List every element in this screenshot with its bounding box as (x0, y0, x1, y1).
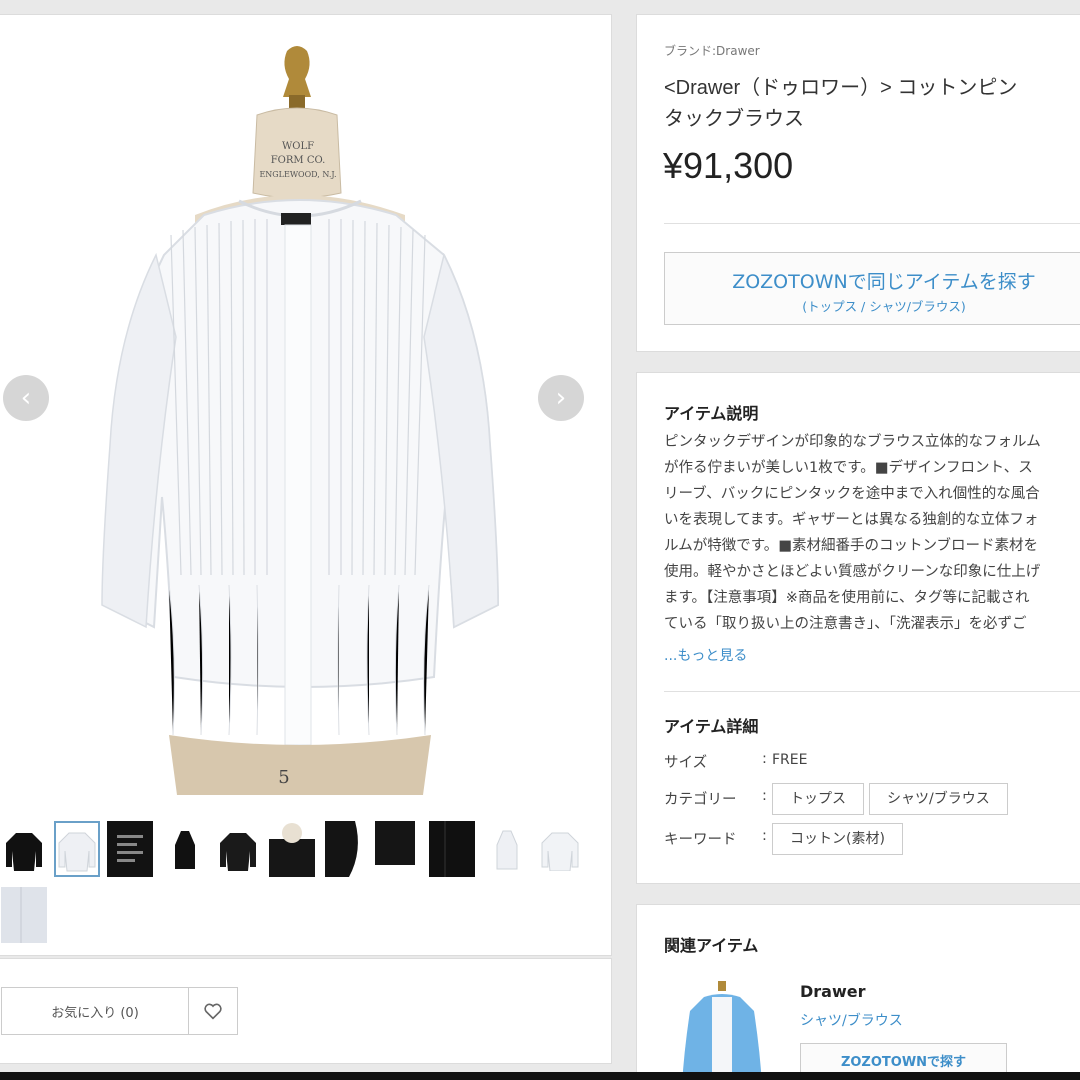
product-price: ¥91,300 (663, 145, 794, 186)
description-line: が作る佇まいが美しい1枚です。■デザインフロント、ス (664, 460, 1033, 476)
chevron-left-icon: ‹ (20, 383, 32, 413)
favorite-heart-button[interactable] (188, 987, 238, 1035)
brand-label[interactable]: ブランド:Drawer (664, 42, 760, 59)
divider (664, 223, 1080, 224)
thumbnail-black-sleeve[interactable] (321, 821, 367, 877)
thumbnail-black-blouse-side[interactable] (161, 821, 207, 877)
category-tag-tops[interactable]: トップス (772, 783, 864, 815)
details-heading: アイテム詳細 (664, 717, 759, 736)
description-line: リーブ、バックにピンタックを途中まで入れ個性的な風合 (664, 486, 1040, 502)
chevron-right-icon: › (555, 383, 567, 413)
thumbnail-white-fabric[interactable] (1, 887, 47, 943)
next-image-button[interactable]: › (538, 375, 584, 421)
description-text: ピンタックデザインが印象的なブラウス立体的なフォルム が作る佇まいが美しい1枚で… (664, 429, 1080, 637)
related-heading: 関連アイテム (664, 936, 759, 955)
bottom-edge-bar (0, 1072, 1080, 1080)
description-line: いを表現してます。ギャザーとは異なる独創的な立体フォ (664, 512, 1039, 528)
size-label: サイズ (664, 755, 708, 771)
mannequin-label-line2: FORM CO. (271, 155, 326, 166)
category-tag-shirts-blouses[interactable]: シャツ/ブラウス (869, 783, 1008, 815)
description-line: ます。【注意事項】※商品を使用前に、タグ等に記載され (664, 590, 1030, 606)
divider (664, 691, 1080, 692)
size-value: FREE (772, 752, 808, 768)
product-info-panel: ブランド:Drawer <Drawer（ドゥロワー）> コットンピン タックブラ… (636, 14, 1080, 352)
related-items-panel: 関連アイテム Drawer シャツ/ブラウス ZOZOTOWNで探す (636, 904, 1080, 1080)
keyword-colon: : (762, 828, 767, 844)
zozotown-search-label: ZOZOTOWNで同じアイテムを探す (732, 271, 1036, 293)
related-item-brand[interactable]: Drawer (800, 982, 866, 1001)
description-line: ルムが特徴です。■素材細番手のコットンブロード素材を (664, 538, 1039, 554)
zozotown-search-button[interactable]: ZOZOTOWNで同じアイテムを探す (トップス / シャツ/ブラウス) (664, 252, 1080, 325)
keyword-label: キーワード (664, 832, 737, 848)
favorite-button[interactable]: お気に入り (0) (1, 987, 189, 1035)
description-heading: アイテム説明 (664, 404, 759, 423)
thumbnail-black-blouse-front[interactable] (1, 821, 47, 877)
mannequin-label-line3: ENGLEWOOD, N.J. (259, 170, 336, 179)
mannequin-size-number: 5 (278, 767, 289, 788)
description-line: 使用。軽やかさとほどよい質感がクリーンな印象に仕上げ (664, 564, 1041, 580)
category-label: カテゴリー (664, 792, 737, 808)
mannequin-label-line1: WOLF (282, 141, 314, 152)
keyword-tag-cotton[interactable]: コットン(素材) (772, 823, 903, 855)
item-description-panel: アイテム説明 ピンタックデザインが印象的なブラウス立体的なフォルム が作る佇まい… (636, 372, 1080, 884)
heart-icon (204, 1003, 222, 1020)
description-line: ている「取り扱い上の注意書き」、「洗濯表示」を必ずご (664, 616, 1027, 632)
favorite-panel: お気に入り (0) (0, 958, 612, 1064)
thumbnail-label-closeup[interactable] (107, 821, 153, 877)
prev-image-button[interactable]: ‹ (3, 375, 49, 421)
related-item-category[interactable]: シャツ/ブラウス (800, 1010, 903, 1030)
description-line: ピンタックデザインが印象的なブラウス立体的なフォルム (664, 434, 1041, 450)
size-colon: : (762, 751, 767, 767)
zozotown-search-category: (トップス / シャツ/ブラウス) (802, 299, 966, 314)
read-more-link[interactable]: ...もっと見る (664, 645, 747, 665)
thumbnail-black-hem[interactable] (375, 821, 421, 877)
thumbnail-white-blouse-side[interactable] (483, 821, 529, 877)
favorite-label: お気に入り (0) (51, 1005, 139, 1021)
thumbnail-black-fabric[interactable] (429, 821, 475, 877)
main-product-image[interactable]: WOLF FORM CO. ENGLEWOOD, N.J. 5 ‹ › (0, 15, 611, 795)
category-colon: : (762, 788, 767, 804)
related-item-image[interactable] (682, 977, 762, 1080)
thumbnail-black-blouse-back[interactable] (215, 821, 261, 877)
product-title-line2: タックブラウス (664, 108, 804, 130)
product-title: <Drawer（ドゥロワー）> コットンピン タックブラウス (664, 73, 1080, 135)
thumbnail-white-blouse-front[interactable] (54, 821, 100, 877)
blouse-on-mannequin-image: WOLF FORM CO. ENGLEWOOD, N.J. 5 (0, 15, 611, 795)
thumbnail-black-detail[interactable] (269, 821, 315, 877)
product-image-panel: WOLF FORM CO. ENGLEWOOD, N.J. 5 ‹ › (0, 14, 612, 956)
product-title-line1: <Drawer（ドゥロワー）> コットンピン (664, 77, 1018, 99)
thumbnail-white-blouse-back[interactable] (537, 821, 583, 877)
